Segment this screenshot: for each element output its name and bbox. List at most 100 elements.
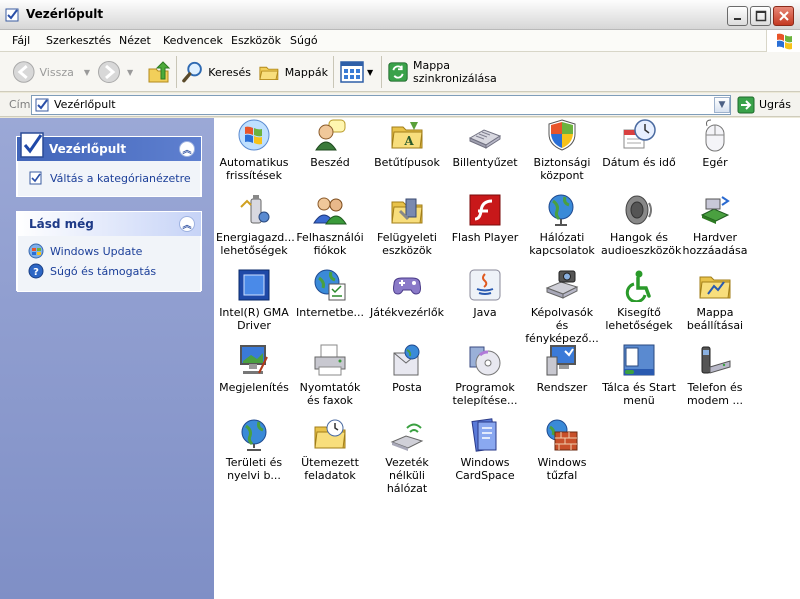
item-windows-cardspace[interactable]: Windows CardSpace [447, 418, 523, 482]
item-administrative-tools[interactable]: Felügyeleti eszközök [369, 193, 445, 257]
help-support-link[interactable]: ? Súgó és támogatás [18, 261, 200, 281]
item-speech[interactable]: Beszéd [292, 118, 368, 169]
forward-button[interactable]: ▼ [97, 59, 137, 85]
toolbar-separator [381, 56, 382, 88]
item-scheduled-tasks[interactable]: Ütemezett feladatok [292, 418, 368, 482]
svg-text:A: A [403, 134, 414, 148]
wireless-network-icon [390, 423, 424, 451]
item-folder-options[interactable]: Mappa beállításai [677, 268, 753, 332]
task-label: Súgó és támogatás [50, 264, 157, 278]
title-bar[interactable]: Vezérlőpult [0, 0, 800, 30]
search-button[interactable]: Keresés [181, 59, 251, 85]
task-label: Windows Update [50, 244, 143, 258]
panel-header[interactable]: Lásd még ︽ [17, 212, 201, 236]
system-icon [546, 345, 576, 376]
go-label: Ugrás [759, 98, 792, 111]
control-panel-icon [35, 98, 49, 112]
collapse-button[interactable]: ︽ [179, 216, 195, 232]
back-dropdown-icon[interactable]: ▼ [84, 68, 90, 77]
address-bar: Cím Vezérlőpult ▼ Ugrás [0, 93, 800, 117]
panel-header[interactable]: Vezérlőpult ︽ [17, 132, 201, 161]
control-panel-items: Automatikus frissítések Beszéd A Betűtíp… [214, 118, 800, 599]
item-date-time[interactable]: Dátum és idő [601, 118, 677, 169]
firewall-icon [546, 419, 578, 451]
item-taskbar-start-menu[interactable]: Tálca és Start menü [601, 343, 677, 407]
toolbar-separator [176, 56, 177, 88]
item-add-hardware[interactable]: Hardver hozzáadása [677, 193, 753, 257]
item-power-options[interactable]: Energiagazd... lehetőségek [216, 193, 295, 257]
item-fonts[interactable]: A Betűtípusok [369, 118, 445, 169]
panel-title: Lásd még [29, 217, 94, 231]
item-wireless-network[interactable]: Vezeték nélküli hálózat [369, 418, 445, 495]
close-icon [778, 11, 789, 21]
views-dropdown-icon[interactable]: ▼ [367, 68, 373, 77]
item-system[interactable]: Rendszer [524, 343, 600, 394]
menu-help[interactable]: Súgó [290, 34, 318, 47]
scheduled-tasks-icon [314, 419, 346, 449]
intel-gma-icon [238, 269, 270, 301]
item-keyboard[interactable]: Billentyűzet [447, 118, 523, 169]
address-input[interactable]: Vezérlőpult ▼ [31, 95, 731, 115]
minimize-icon [733, 18, 741, 20]
back-button[interactable]: Vissza ▼ [12, 59, 90, 85]
mouse-icon [705, 119, 725, 152]
see-also-panel: Lásd még ︽ Windows Update ? Súgó és támo… [16, 211, 202, 292]
item-sounds-audio[interactable]: Hangok és audioeszközök [601, 193, 681, 257]
windows-flag-icon [777, 33, 792, 50]
menu-edit[interactable]: Szerkesztés [46, 34, 111, 47]
folders-button[interactable]: Mappák [258, 59, 328, 85]
up-folder-button[interactable] [146, 59, 172, 85]
internet-options-icon [314, 269, 346, 301]
item-internet-options[interactable]: Internetbe... [292, 268, 368, 319]
printer-icon [314, 344, 346, 376]
item-add-remove-programs[interactable]: Programok telepítése... [447, 343, 523, 407]
item-regional-language[interactable]: Területi és nyelvi b... [216, 418, 292, 482]
menu-view[interactable]: Nézet [119, 34, 151, 47]
globe-icon [241, 419, 267, 451]
forward-dropdown-icon[interactable]: ▼ [127, 68, 133, 77]
mail-icon [393, 344, 420, 376]
item-windows-firewall[interactable]: Windows tűzfal [524, 418, 600, 482]
up-folder-icon [148, 61, 171, 83]
item-display[interactable]: Megjelenítés [216, 343, 292, 394]
item-intel-gma-driver[interactable]: Intel(R) GMA Driver [216, 268, 292, 332]
flash-player-icon [469, 194, 501, 226]
menu-tools[interactable]: Eszközök [231, 34, 281, 47]
menu-file[interactable]: Fájl [12, 34, 30, 47]
item-phone-modem[interactable]: Telefon és modem ... [677, 343, 753, 407]
toolbar-separator [333, 56, 334, 88]
views-button[interactable]: ▼ [340, 59, 378, 85]
item-java[interactable]: Java [447, 268, 523, 319]
item-security-center[interactable]: Biztonsági központ [524, 118, 600, 182]
menu-favorites[interactable]: Kedvencek [163, 34, 223, 47]
address-value: Vezérlőpult [54, 98, 116, 111]
sync-folder-button[interactable]: Mappa szinkronizálása [387, 59, 527, 85]
windows-update-link[interactable]: Windows Update [18, 241, 200, 261]
item-scanners-cameras[interactable]: Képolvasók és fényképező... [524, 268, 600, 345]
shield-icon [548, 119, 576, 151]
go-button[interactable]: Ugrás [737, 95, 797, 115]
item-user-accounts[interactable]: Felhasználói fiókok [292, 193, 368, 257]
chevron-up-icon: ︽ [182, 145, 192, 156]
item-flash-player[interactable]: Flash Player [447, 193, 523, 244]
item-mail[interactable]: Posta [369, 343, 445, 394]
close-button[interactable] [773, 6, 794, 26]
item-game-controllers[interactable]: Játékvezérlők [369, 268, 445, 319]
task-label: Váltás a kategórianézetre [50, 171, 191, 185]
panel-body: Váltás a kategórianézetre [17, 161, 201, 197]
switch-category-view-link[interactable]: Váltás a kategórianézetre [18, 168, 200, 188]
accessibility-icon [625, 270, 651, 302]
chevron-up-icon: ︽ [182, 220, 192, 231]
item-automatic-updates[interactable]: Automatikus frissítések [216, 118, 292, 182]
speech-icon [315, 119, 346, 151]
admin-tools-icon [391, 198, 423, 224]
item-accessibility-options[interactable]: Kisegítő lehetőségek [601, 268, 677, 332]
maximize-button[interactable] [750, 6, 771, 26]
user-accounts-icon [313, 197, 347, 225]
collapse-button[interactable]: ︽ [179, 141, 195, 157]
minimize-button[interactable] [727, 6, 748, 26]
item-printers-faxes[interactable]: Nyomtatók és faxok [292, 343, 368, 407]
item-mouse[interactable]: Egér [677, 118, 753, 169]
address-dropdown-button[interactable]: ▼ [714, 97, 730, 113]
item-network-connections[interactable]: Hálózati kapcsolatok [524, 193, 600, 257]
